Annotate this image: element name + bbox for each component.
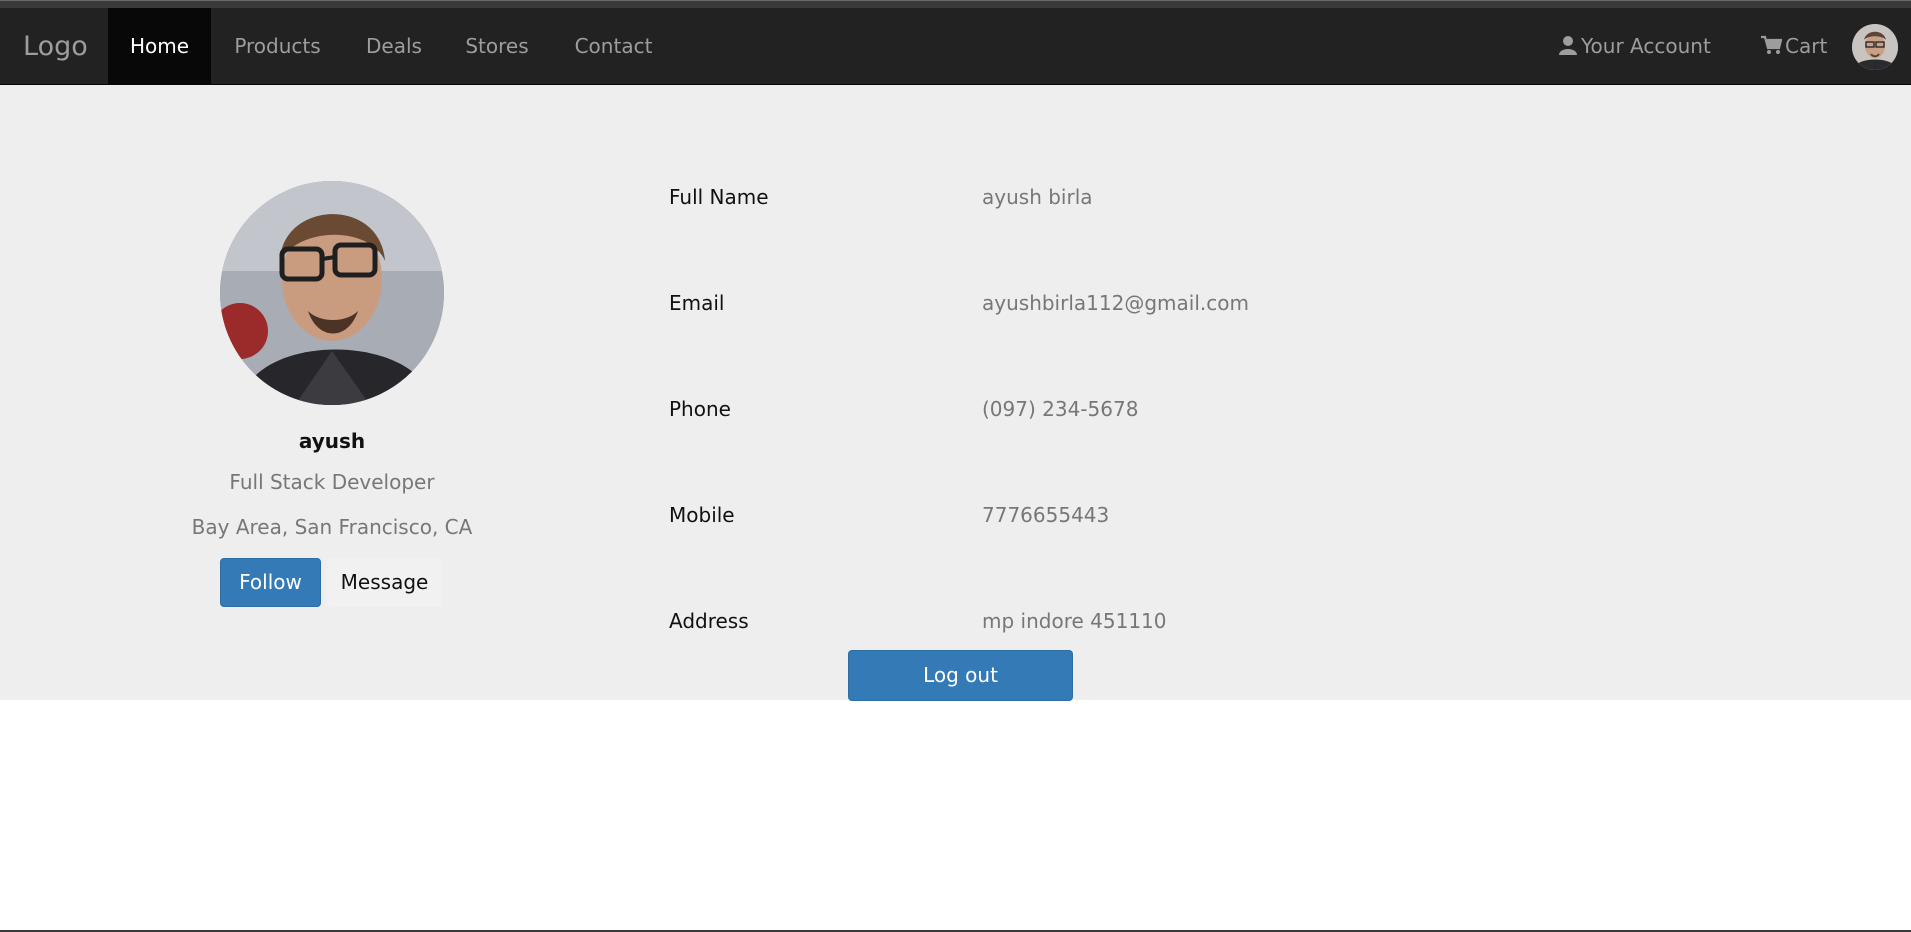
nav-deals[interactable]: Deals xyxy=(344,8,444,85)
top-navbar: Logo Home Products Deals Stores Contact … xyxy=(0,8,1911,85)
detail-label: Address xyxy=(669,609,749,633)
detail-value: ayushbirla112@gmail.com xyxy=(982,291,1249,315)
profile-location: Bay Area, San Francisco, CA xyxy=(191,515,473,539)
nav-contact[interactable]: Contact xyxy=(550,8,677,85)
detail-value: mp indore 451110 xyxy=(982,609,1167,633)
detail-label: Full Name xyxy=(669,185,769,209)
logout-button[interactable]: Log out xyxy=(848,650,1073,701)
detail-value: (097) 234-5678 xyxy=(982,397,1139,421)
user-icon xyxy=(1558,34,1581,58)
detail-label: Phone xyxy=(669,397,731,421)
profile-avatar xyxy=(220,181,444,405)
follow-button[interactable]: Follow xyxy=(220,558,321,607)
detail-row-full-name: Full Name ayush birla xyxy=(669,185,1569,215)
detail-row-mobile: Mobile 7776655443 xyxy=(669,503,1569,533)
detail-row-email: Email ayushbirla112@gmail.com xyxy=(669,291,1569,321)
browser-top-edge xyxy=(0,0,1911,8)
nav-home[interactable]: Home xyxy=(108,8,211,85)
detail-value: 7776655443 xyxy=(982,503,1110,527)
detail-label: Mobile xyxy=(669,503,735,527)
detail-row-address: Address mp indore 451110 xyxy=(669,609,1569,639)
cart-label: Cart xyxy=(1785,34,1828,58)
detail-value: ayush birla xyxy=(982,185,1093,209)
brand-logo[interactable]: Logo xyxy=(23,8,88,85)
detail-label: Email xyxy=(669,291,725,315)
your-account-link[interactable]: Your Account xyxy=(1558,8,1711,85)
shopping-cart-icon xyxy=(1761,34,1785,58)
nav-products[interactable]: Products xyxy=(211,8,344,85)
cart-link[interactable]: Cart xyxy=(1761,8,1827,85)
your-account-label: Your Account xyxy=(1581,34,1711,58)
profile-page: ayush Full Stack Developer Bay Area, San… xyxy=(0,85,1911,701)
message-button[interactable]: Message xyxy=(327,558,442,607)
profile-job-title: Full Stack Developer xyxy=(229,470,435,494)
nav-user-avatar[interactable] xyxy=(1852,24,1898,70)
nav-stores[interactable]: Stores xyxy=(444,8,550,85)
profile-name: ayush xyxy=(298,429,366,453)
detail-row-phone: Phone (097) 234-5678 xyxy=(669,397,1569,427)
